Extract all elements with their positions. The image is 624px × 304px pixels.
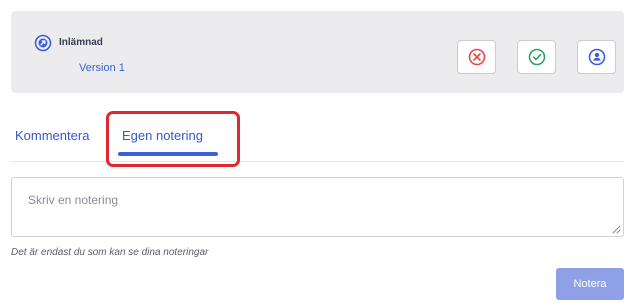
highlight-annotation [106,111,240,167]
reject-button[interactable] [457,40,496,74]
arrow-circle-icon [34,34,52,52]
person-icon [588,48,605,66]
submission-status-card: Inlämnad Version 1 [11,11,624,93]
resize-handle-icon[interactable] [612,225,621,234]
tab-divider [11,161,624,162]
person-button[interactable] [577,40,616,74]
approve-check-icon [528,48,545,66]
note-panel: Inlämnad Version 1 Kommentera Egen noter… [0,0,624,304]
tab-kommentera[interactable]: Kommentera [15,128,89,143]
submission-version-link[interactable]: Version 1 [79,62,125,74]
approve-button[interactable] [517,40,556,74]
note-textarea[interactable] [11,177,624,237]
reject-circle-icon [468,48,485,66]
notera-button[interactable]: Notera [556,268,624,300]
submission-status-label: Inlämnad [59,37,103,48]
note-privacy-hint: Det är endast du som kan se dina noterin… [11,247,209,258]
